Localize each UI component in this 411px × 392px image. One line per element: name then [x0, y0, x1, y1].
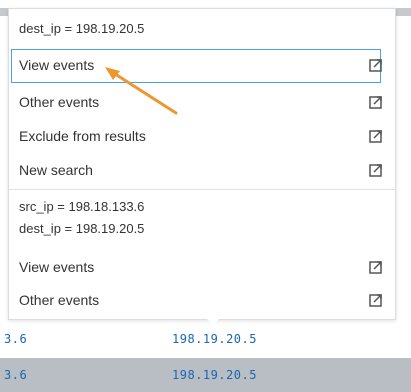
section-header: dest_ip = 198.19.20.5: [19, 221, 145, 236]
table-cell-src[interactable]: 3.6: [4, 368, 27, 382]
menu-item-label: Exclude from results: [19, 128, 146, 144]
table-cell-dest[interactable]: 198.19.20.5: [172, 368, 257, 382]
external-link-icon[interactable]: [369, 163, 383, 177]
external-link-icon[interactable]: [369, 260, 383, 274]
menu-item-label: View events: [19, 57, 95, 73]
section-header: src_ip = 198.18.133.6: [19, 199, 145, 214]
menu-item-label: New search: [19, 162, 93, 178]
table-cell-dest[interactable]: 198.19.20.5: [172, 332, 257, 346]
external-link-icon[interactable]: [369, 95, 383, 109]
table-row[interactable]: 3.6 198.19.20.5: [0, 358, 411, 392]
external-link-icon[interactable]: [369, 129, 383, 143]
view-events-menu-item[interactable]: View events: [9, 251, 395, 285]
field-actions-popup: dest_ip = 198.19.20.5 View events Other …: [8, 8, 396, 320]
external-link-icon[interactable]: [369, 293, 383, 307]
table-cell-src[interactable]: 3.6: [4, 332, 27, 346]
exclude-from-results-menu-item[interactable]: Exclude from results: [9, 120, 395, 154]
table-row[interactable]: 3.6 198.19.20.5: [0, 320, 411, 358]
menu-item-label: View events: [19, 259, 95, 275]
external-link-icon[interactable]: [369, 58, 383, 72]
view-events-menu-item[interactable]: View events: [9, 49, 395, 83]
section-header: dest_ip = 198.19.20.5: [19, 21, 145, 36]
section-divider: [9, 189, 395, 190]
other-events-menu-item[interactable]: Other events: [9, 284, 395, 318]
other-events-menu-item[interactable]: Other events: [9, 86, 395, 120]
menu-item-label: Other events: [19, 94, 100, 110]
new-search-menu-item[interactable]: New search: [9, 154, 395, 188]
popup-pointer: [206, 318, 220, 325]
menu-item-label: Other events: [19, 292, 100, 308]
